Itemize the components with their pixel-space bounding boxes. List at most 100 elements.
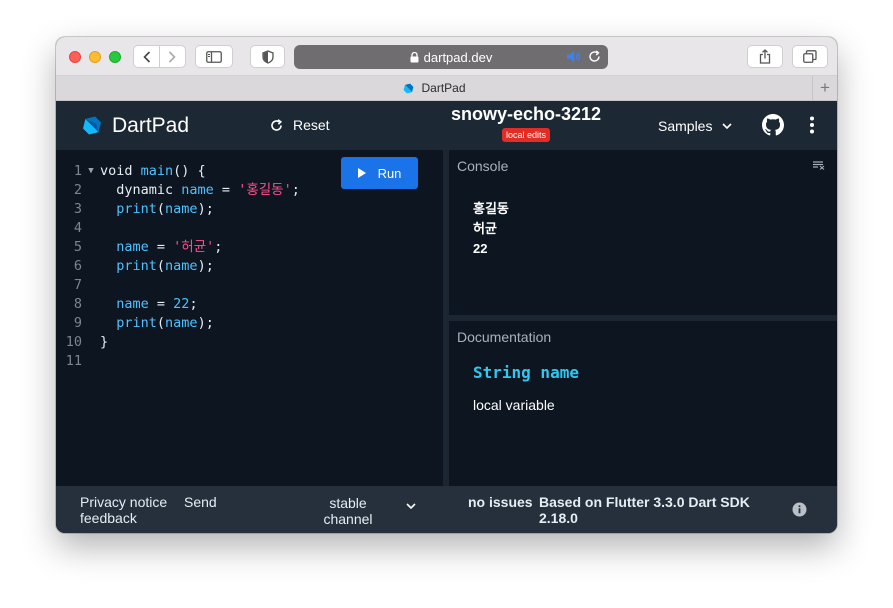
code-token: = bbox=[148, 239, 174, 255]
code-token: } bbox=[100, 334, 109, 350]
dart-favicon-icon bbox=[402, 82, 415, 95]
fold-gutter bbox=[82, 238, 100, 257]
forward-button[interactable] bbox=[160, 46, 185, 67]
console-line: 허균 bbox=[473, 221, 497, 236]
code-token: print bbox=[116, 258, 157, 274]
reset-button[interactable]: Reset bbox=[270, 117, 330, 133]
line-number: 4 bbox=[73, 220, 82, 236]
line-number: 10 bbox=[65, 334, 82, 350]
tab-title: DartPad bbox=[421, 81, 466, 95]
send-feedback-link[interactable]: Send bbox=[184, 494, 217, 510]
chevron-down-icon bbox=[722, 123, 733, 129]
share-icon bbox=[759, 49, 771, 64]
run-label: Run bbox=[377, 165, 402, 181]
code-line[interactable]: 1 ▼ void main() { bbox=[56, 162, 300, 181]
code-token: = bbox=[213, 182, 239, 198]
code-line[interactable]: 9 print(name); bbox=[56, 314, 300, 333]
code-text: print(name); bbox=[100, 200, 214, 219]
line-number: 1 bbox=[73, 163, 82, 179]
code-lines[interactable]: 1 ▼ void main() {2 dynamic name = '홍길동'; 3 … bbox=[56, 162, 300, 371]
tab-dartpad[interactable]: DartPad bbox=[56, 76, 812, 100]
info-icon[interactable] bbox=[792, 502, 807, 517]
reload-icon[interactable] bbox=[588, 50, 601, 63]
share-button[interactable] bbox=[747, 45, 783, 68]
samples-label: Samples bbox=[658, 118, 713, 134]
zoom-window-button[interactable] bbox=[109, 51, 121, 63]
privacy-report-button[interactable] bbox=[250, 45, 285, 68]
privacy-notice-link[interactable]: Privacy notice bbox=[80, 494, 167, 510]
clear-console-icon[interactable] bbox=[813, 161, 825, 170]
code-line[interactable]: 6 print(name); bbox=[56, 257, 300, 276]
code-line[interactable]: 2 dynamic name = '홍길동'; bbox=[56, 181, 300, 200]
console-label: Console bbox=[457, 158, 509, 174]
console-panel: Console 홍길동 허균 22 bbox=[449, 150, 837, 315]
code-token: ( bbox=[156, 201, 166, 217]
issues-status[interactable]: no issues bbox=[468, 494, 533, 510]
documentation-panel: Documentation String name local variable bbox=[449, 321, 837, 486]
code-text: name = '허균'; bbox=[100, 238, 222, 257]
more-menu-button[interactable] bbox=[809, 116, 815, 139]
github-button[interactable] bbox=[762, 114, 784, 141]
line-number: 3 bbox=[73, 201, 82, 217]
code-line[interactable]: 8 name = 22; bbox=[56, 295, 300, 314]
address-bar[interactable]: dartpad.dev bbox=[294, 45, 608, 69]
address-url: dartpad.dev bbox=[423, 49, 493, 65]
code-line[interactable]: 4 bbox=[56, 219, 300, 238]
fold-gutter bbox=[82, 181, 100, 200]
fold-gutter bbox=[82, 257, 100, 276]
audio-icon[interactable] bbox=[566, 50, 582, 63]
code-token: dynamic bbox=[100, 182, 182, 198]
channel-chevron-down-icon[interactable] bbox=[406, 503, 416, 509]
pad-title-block: snowy-echo-3212 local edits bbox=[436, 104, 616, 143]
code-token: '홍길동' bbox=[238, 182, 292, 198]
tab-bar: DartPad + bbox=[56, 76, 837, 101]
nav-buttons bbox=[133, 45, 186, 68]
app-header: DartPad Reset snowy-echo-3212 local edit… bbox=[56, 101, 837, 150]
code-token: name bbox=[165, 201, 198, 217]
code-line[interactable]: 5 name = '허균'; bbox=[56, 238, 300, 257]
code-token: void bbox=[100, 163, 141, 179]
run-button[interactable]: Run bbox=[341, 157, 418, 189]
line-number: 11 bbox=[65, 353, 82, 369]
code-token: name bbox=[116, 239, 149, 255]
fold-arrow-icon[interactable]: ▼ bbox=[82, 162, 100, 181]
console-output: 홍길동 허균 22 bbox=[473, 199, 509, 259]
dartpad-logo[interactable]: DartPad bbox=[80, 113, 189, 138]
sidebar-icon bbox=[206, 50, 222, 63]
doc-signature: String name bbox=[473, 363, 579, 382]
code-token: 22 bbox=[173, 296, 190, 312]
code-token: name bbox=[181, 182, 214, 198]
code-token: print bbox=[116, 315, 157, 331]
line-number: 2 bbox=[73, 182, 82, 198]
feedback-link[interactable]: feedback bbox=[80, 510, 137, 526]
doc-description: local variable bbox=[473, 397, 555, 413]
minimize-window-button[interactable] bbox=[89, 51, 101, 63]
code-line[interactable]: 3 print(name); bbox=[56, 200, 300, 219]
code-token: ; bbox=[214, 239, 223, 255]
dart-logo-icon bbox=[83, 116, 101, 135]
back-button[interactable] bbox=[134, 46, 159, 67]
code-text: print(name); bbox=[100, 257, 214, 276]
code-text: } bbox=[100, 333, 108, 352]
documentation-label: Documentation bbox=[457, 329, 552, 345]
code-line[interactable]: 7 bbox=[56, 276, 300, 295]
code-line[interactable]: 11 bbox=[56, 352, 300, 371]
code-editor[interactable]: 1 ▼ void main() {2 dynamic name = '홍길동'; 3 … bbox=[56, 150, 443, 486]
channel-select[interactable]: stable channel bbox=[310, 495, 386, 526]
sidebar-button[interactable] bbox=[195, 45, 233, 68]
pad-title[interactable]: snowy-echo-3212 bbox=[436, 104, 616, 125]
new-tab-button[interactable]: + bbox=[812, 76, 837, 100]
tab-overview-button[interactable] bbox=[792, 45, 828, 68]
code-text: void main() { bbox=[100, 162, 206, 181]
code-line[interactable]: 10} bbox=[56, 333, 300, 352]
close-window-button[interactable] bbox=[69, 51, 81, 63]
samples-dropdown[interactable]: Samples bbox=[658, 118, 733, 134]
code-text: name = 22; bbox=[100, 295, 197, 314]
code-token: main bbox=[140, 163, 174, 179]
line-number: 8 bbox=[73, 296, 82, 312]
console-line: 22 bbox=[473, 241, 488, 256]
sdk-version: Based on Flutter 3.3.0 Dart SDK 2.18.0 bbox=[539, 494, 750, 526]
